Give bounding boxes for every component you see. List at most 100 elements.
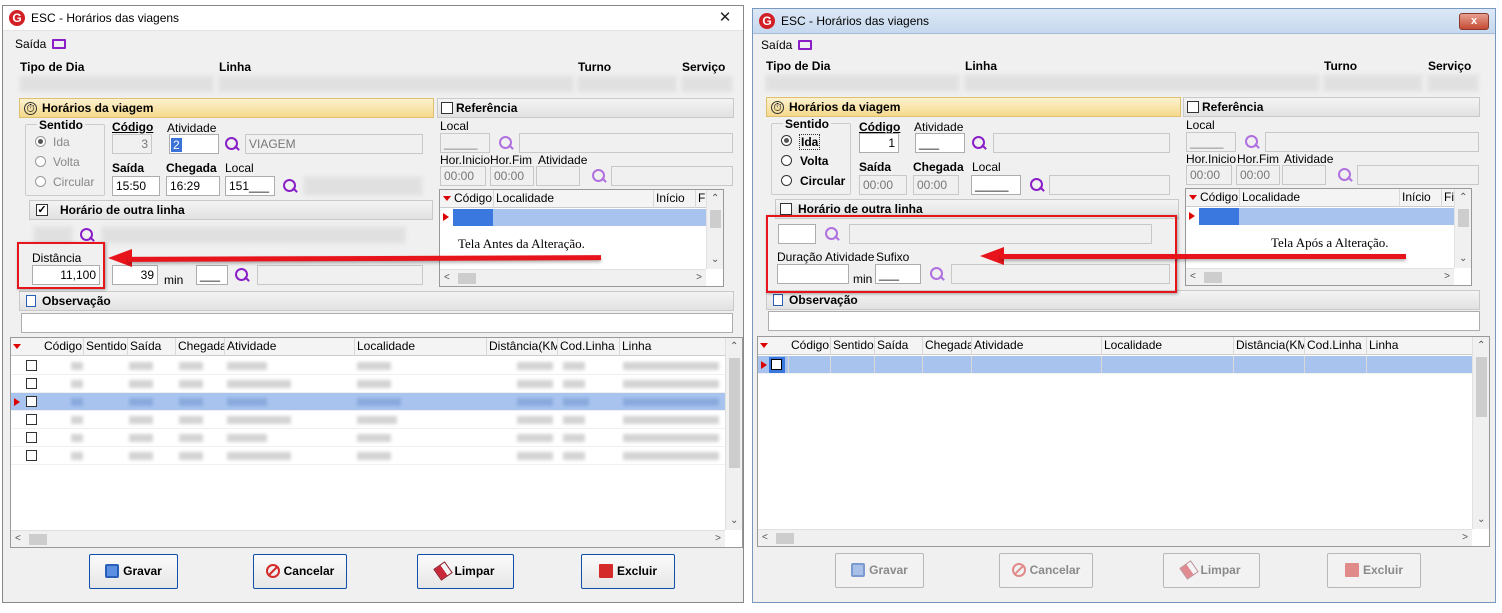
table-row[interactable] (11, 447, 742, 465)
sentido-circular-radio[interactable] (781, 175, 792, 186)
ref-atividade-search-icon[interactable] (591, 168, 607, 184)
outra-linha-checkbox[interactable] (780, 203, 792, 215)
col-chegada[interactable]: Chegada (923, 337, 972, 355)
ref-atividade-search-icon[interactable] (1337, 167, 1353, 183)
tipo-dia-field[interactable] (765, 74, 960, 92)
outra-linha-search-icon[interactable] (79, 227, 95, 243)
menu-exit[interactable]: Saída (761, 37, 813, 53)
sufixo-search-icon[interactable] (234, 267, 250, 283)
sufixo-field[interactable]: ___ (196, 265, 228, 285)
local-field[interactable]: _____ (971, 175, 1021, 195)
ref-col-inicio[interactable]: Início (1400, 189, 1442, 207)
outra-linha-checkbox[interactable]: ✓ (36, 204, 48, 216)
duracao-field[interactable]: 39 (112, 265, 158, 285)
col-saida[interactable]: Saída (875, 337, 923, 355)
limpar-button[interactable]: Limpar (417, 554, 514, 589)
turno-field[interactable] (577, 75, 677, 93)
table-row[interactable] (11, 357, 742, 375)
saida-field[interactable]: 00:00 (859, 175, 907, 195)
col-atividade[interactable]: Atividade (225, 338, 355, 356)
ref-selected-row[interactable] (493, 209, 710, 226)
ref-horizontal-scrollbar[interactable]: < > (1186, 268, 1454, 285)
ref-selected-cell[interactable] (1199, 208, 1239, 225)
ref-local-field[interactable]: _____ (440, 133, 490, 153)
local-search-icon[interactable] (282, 178, 298, 194)
hor-fim-field[interactable]: 00:00 (1236, 165, 1280, 185)
cancelar-button[interactable]: Cancelar (253, 554, 347, 589)
col-cod-linha[interactable]: Cod.Linha (558, 338, 620, 356)
col-cod-linha[interactable]: Cod.Linha (1305, 337, 1367, 355)
col-localidade[interactable]: Localidade (1102, 337, 1234, 355)
sentido-volta-radio[interactable] (781, 155, 792, 166)
ref-col-localidade[interactable]: Localidade (494, 190, 654, 208)
ref-vertical-scrollbar[interactable]: ⌃ ⌄ (706, 190, 723, 269)
cancelar-button[interactable]: Cancelar (999, 553, 1093, 588)
observacao-field[interactable] (768, 311, 1480, 331)
trips-grid[interactable]: Código Sentido Saída Chegada Atividade L… (10, 337, 743, 548)
ref-selected-cell[interactable] (453, 209, 493, 226)
referencia-checkbox[interactable] (1187, 101, 1199, 113)
codigo-field[interactable]: 3 (112, 134, 152, 154)
ref-local-search-icon[interactable] (1244, 134, 1260, 150)
table-row[interactable] (11, 375, 742, 393)
col-linha[interactable]: Linha (1367, 337, 1473, 355)
trips-grid[interactable]: Código Sentido Saída Chegada Atividade L… (757, 336, 1490, 547)
local-field[interactable]: 151___ (225, 176, 275, 196)
observacao-field[interactable] (21, 313, 733, 333)
chegada-field[interactable]: 16:29 (166, 176, 220, 196)
table-row[interactable] (11, 411, 742, 429)
sentido-ida-radio[interactable] (781, 135, 792, 146)
chegada-field[interactable]: 00:00 (913, 175, 959, 195)
gravar-button[interactable]: Gravar (89, 554, 178, 589)
atividade-search-icon[interactable] (224, 136, 240, 152)
referencia-checkbox[interactable] (441, 102, 453, 114)
col-atividade[interactable]: Atividade (972, 337, 1102, 355)
sentido-volta-radio[interactable] (35, 156, 46, 167)
col-distancia[interactable]: Distância(KM) (1234, 337, 1305, 355)
local-search-icon[interactable] (1029, 177, 1045, 193)
ref-atividade-field[interactable] (1282, 165, 1326, 185)
col-linha[interactable]: Linha (620, 338, 726, 356)
col-sentido[interactable]: Sentido (831, 337, 875, 355)
sentido-ida-radio[interactable] (35, 136, 46, 147)
hor-fim-field[interactable]: 00:00 (490, 166, 534, 186)
close-button[interactable]: x (1459, 13, 1489, 30)
ref-col-codigo[interactable]: Código (1198, 189, 1240, 207)
trips-horizontal-scrollbar[interactable]: < > (758, 529, 1472, 546)
col-localidade[interactable]: Localidade (355, 338, 487, 356)
turno-field[interactable] (1323, 74, 1423, 92)
sentido-circular-radio[interactable] (35, 176, 46, 187)
linha-field[interactable] (964, 74, 1320, 92)
linha-field[interactable] (218, 75, 574, 93)
col-codigo[interactable]: Código (789, 337, 831, 355)
excluir-button[interactable]: Excluir (1327, 553, 1421, 588)
trips-horizontal-scrollbar[interactable]: < > (11, 530, 725, 547)
atividade-field[interactable]: ___ (915, 133, 965, 153)
ref-col-localidade[interactable]: Localidade (1240, 189, 1400, 207)
atividade-search-icon[interactable] (971, 135, 987, 151)
table-row-selected[interactable] (758, 356, 1472, 374)
table-row-selected[interactable] (11, 393, 742, 411)
codigo-field[interactable]: 1 (859, 133, 899, 153)
col-chegada[interactable]: Chegada (176, 338, 225, 356)
ref-selected-row[interactable] (1239, 208, 1456, 225)
trips-vertical-scrollbar[interactable]: ⌃ ⌄ (1472, 337, 1489, 529)
servico-field[interactable] (1427, 74, 1479, 92)
table-row[interactable] (11, 429, 742, 447)
saida-field[interactable]: 15:50 (112, 176, 160, 196)
ref-col-inicio[interactable]: Início (654, 190, 696, 208)
ref-local-field[interactable]: _____ (1186, 132, 1236, 152)
atividade-field[interactable]: 2 (169, 134, 219, 154)
col-saida[interactable]: Saída (128, 338, 176, 356)
hor-inicio-field[interactable]: 00:00 (1186, 165, 1232, 185)
hor-inicio-field[interactable]: 00:00 (440, 166, 486, 186)
col-sentido[interactable]: Sentido (84, 338, 128, 356)
gravar-button[interactable]: Gravar (835, 553, 924, 588)
title-bar[interactable]: G ESC - Horários das viagens ✕ (3, 6, 743, 31)
excluir-button[interactable]: Excluir (581, 554, 675, 589)
limpar-button[interactable]: Limpar (1163, 553, 1260, 588)
ref-local-search-icon[interactable] (498, 135, 514, 151)
ref-horizontal-scrollbar[interactable]: < > (440, 269, 706, 286)
servico-field[interactable] (681, 75, 733, 93)
title-bar[interactable]: G ESC - Horários das viagens x (753, 9, 1495, 34)
